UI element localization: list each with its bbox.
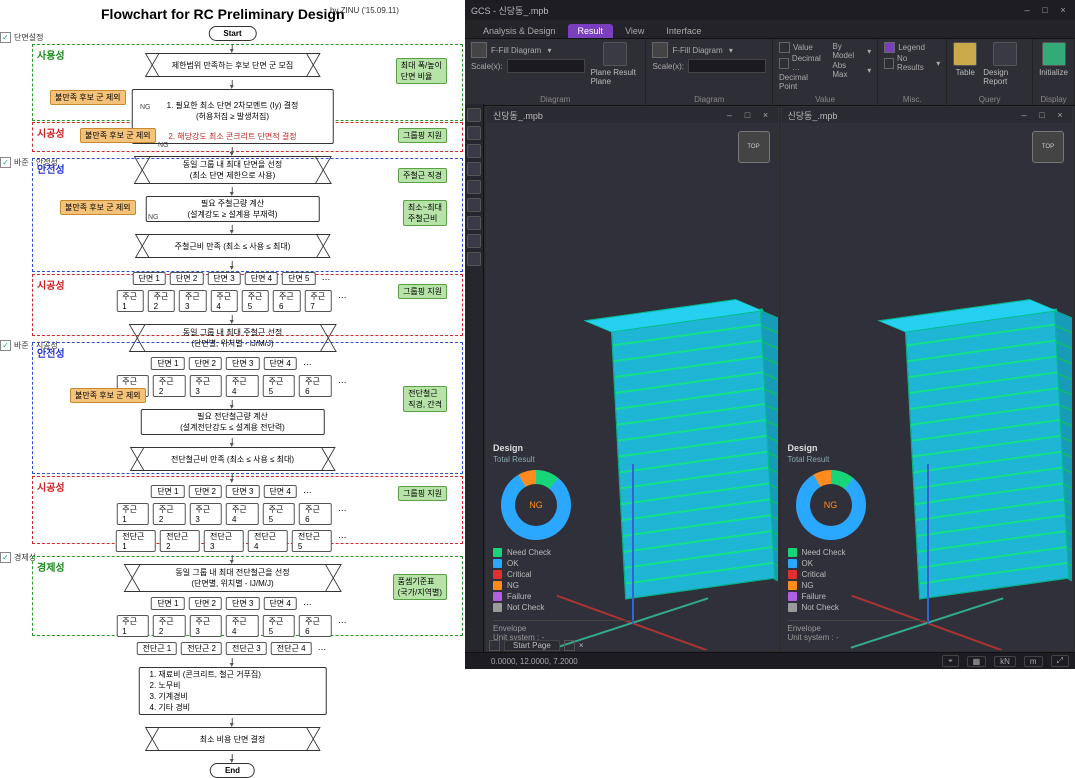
row-reb6-c: 주근 1주근 2주근 3주근 4주근 5주근 6… [116,615,349,637]
group-misc: Legend No Results ▾ Misc. [878,39,947,105]
grid-toggle[interactable]: ▦ [967,656,987,667]
unit-force[interactable]: kN [994,656,1016,667]
start-page-tab[interactable]: Start Page [504,640,560,651]
tag-s7: 그룹핑 지원 [398,486,447,501]
node-n7: 필요 전단철근량 계산 (설계전단강도 ≤ 설계용 전단력) [141,409,325,435]
flowchart-byline: by ZINU ('15.09.11) [330,6,399,15]
tag-s1: 최대 폭/높이 단면 비율 [396,58,447,84]
node-n2: 1. 필요한 최소 단면 2차모멘트 (Iy) 결정 (허용처짐 ≥ 발생처짐)… [132,89,334,144]
bottom-tabs: Start Page × [489,637,583,653]
home-icon[interactable] [489,640,500,651]
node-n6: 동일 그룹 내 최대 주철근 선정 (단면별, 위치별 - IJ/M/J) [137,324,329,352]
left-toolstrip [465,104,484,653]
design-legend: Need Check OK Critical NG Failure Not Ch… [493,548,633,612]
row-sec4-a: 단면 1단면 2단면 3단면 4… [151,357,314,370]
row-shear-b: 전단근 1전단근 2전단근 3전단근 4… [136,642,328,655]
chk-economy[interactable]: ✓경제성 [0,552,36,563]
noresults-check[interactable]: No Results ▾ [884,54,940,72]
tab-analysis[interactable]: Analysis & Design [473,24,566,38]
pane-title-2[interactable]: 신당동_.mpb –□× [782,107,1073,123]
view-cube-icon[interactable]: TOP [738,131,770,163]
viewport-2[interactable]: TOP Design Total Result NG Need Check OK… [782,123,1073,650]
design-donut-chart: NG [501,470,571,540]
node-n10: 1. 재료비 (콘크리트, 철근 거푸집) 2. 노무비 3. 기계경비 4. … [139,667,327,715]
group-value: Value Decimal … Decimal Point By Model ▾… [773,39,878,105]
design-result-panel-2: Design Total Result NG Need Check OK Cri… [788,443,928,642]
flowchart-panel: Flowchart for RC Preliminary Design by Z… [0,0,465,669]
row-sec4-b: 단면 1단면 2단면 3단면 4… [151,485,314,498]
building-model[interactable] [905,308,1071,599]
flowchart-title: Flowchart for RC Preliminary Design [101,6,459,22]
pane-title-1[interactable]: 신당동_.mpb – □ × [487,107,778,123]
max-icon[interactable]: □ [1039,4,1051,16]
unit-length[interactable]: m [1024,656,1043,667]
fill-diagram-icon[interactable] [471,42,487,58]
tag-s6: 전단철근 직경, 간격 [403,386,447,412]
snap-toggle[interactable]: ⌖ [942,655,959,667]
tag-s5: 그룹핑 지원 [398,284,447,299]
tag-s8: 품셈기준표 (국가/지역별) [393,574,447,600]
plane-result-button[interactable]: Plane Result Plane [591,42,640,86]
tab-interface[interactable]: Interface [656,24,711,38]
ribbon: F-Fill Diagram ▾ Scale(x): Plane Result … [465,39,1075,106]
pane-min-icon[interactable]: – [724,109,736,121]
row-reb6-a: 주근 1주근 2주근 3주근 4주근 5주근 6… [116,375,349,397]
legend-check[interactable]: Legend [884,42,940,53]
group-diagram-2: F-Fill Diagram ▾ Scale(x): Diagram [646,39,773,105]
fill-diagram-icon-2[interactable] [652,42,668,58]
view-cube-icon[interactable]: TOP [1032,131,1064,163]
viewport-pane-2: 신당동_.mpb –□× TOP Design Total Result NG … [781,106,1074,651]
group-display: Initialize Display [1033,39,1075,105]
node-start: Start [208,26,256,41]
row-rebar-7: 주근 1주근 2주근 3주근 4주근 5주근 6주근 7… [116,290,349,312]
node-n1: 제한범위 만족하는 후보 단면 군 모집 [152,53,314,77]
group-query: Table Design Report Query [947,39,1033,105]
tag-s4: 최소~최대 주철근비 [403,200,447,226]
tag-o2: 불만족 후보 군 제외 [80,128,156,143]
tool-icon[interactable] [467,108,481,122]
tag-s3: 주철근 직경 [398,168,447,183]
node-n4: 필요 주철근량 계산 (설계강도 ≥ 설계용 부재력) [146,196,320,222]
group-diagram-1: F-Fill Diagram ▾ Scale(x): Plane Result … [465,39,646,105]
design-report-button[interactable]: Design Report [983,42,1026,86]
tab-view[interactable]: View [615,24,654,38]
node-n5: 주철근비 만족 (최소 ≤ 사용 ≤ 최대) [142,234,324,258]
pane-close-icon[interactable]: × [760,109,772,121]
node-n9: 동일 그룹 내 최대 전단철근을 선정 (단면별, 위치별 - IJ/M/J) [132,564,334,592]
node-n3: 동일 그룹 내 최대 단면을 선정 (최소 단면 제한으로 사용) [142,156,324,184]
tag-o3: 불만족 후보 군 제외 [60,200,136,215]
min-icon[interactable]: – [1021,4,1033,16]
scale-input-2[interactable] [688,59,766,73]
table-button[interactable]: Table [953,42,977,77]
row-reb6-b: 주근 1주근 2주근 3주근 4주근 5주근 6… [116,503,349,525]
row-sections-5: 단면 1단면 2단면 3단면 4단면 5… [132,272,332,285]
tag-o4: 불만족 후보 군 제외 [70,388,146,403]
app-window: GCS - 신당동_.mpb – □ × Analysis & Design R… [465,0,1075,669]
workspace: 신당동_.mpb – □ × TOP Design Total Result N… [465,104,1075,653]
row-shear-a: 전단근 1전단근 2전단근 3전단근 4전단근 5… [116,530,349,552]
node-n11: 최소 비용 단면 결정 [152,727,314,751]
pin-icon[interactable] [564,640,575,651]
chk-section[interactable]: ✓단면설정 [0,32,43,43]
initialize-button[interactable]: Initialize [1039,42,1068,77]
scale-input-1[interactable] [507,59,585,73]
tag-s2: 그룹핑 지원 [398,128,447,143]
titlebar[interactable]: GCS - 신당동_.mpb – □ × [465,0,1075,20]
node-end: End [210,763,255,778]
pane-max-icon[interactable]: □ [742,109,754,121]
viewport-pane-1: 신당동_.mpb – □ × TOP Design Total Result N… [486,106,779,651]
viewport-1[interactable]: TOP Design Total Result NG Need Check OK… [487,123,778,650]
statusbar: 0.0000, 12.0000, 7.2000 ⌖ ▦ kN m ⤢ [465,652,1075,669]
coord-readout: 0.0000, 12.0000, 7.2000 [491,657,578,666]
app-title: GCS - 신당동_.mpb [471,4,548,17]
node-n8: 전단철근비 만족 (최소 ≤ 사용 ≤ 최대) [137,447,329,471]
design-result-panel-1: Design Total Result NG Need Check OK Cri… [493,443,633,642]
close-icon[interactable]: × [1057,4,1069,16]
expand-icon[interactable]: ⤢ [1051,655,1069,667]
tab-result[interactable]: Result [568,24,614,38]
ribbon-tabs: Analysis & Design Result View Interface [465,20,1075,39]
tag-o1: 불만족 후보 군 제외 [50,90,126,105]
row-sec4-c: 단면 1단면 2단면 3단면 4… [151,597,314,610]
building-model[interactable] [611,308,777,599]
